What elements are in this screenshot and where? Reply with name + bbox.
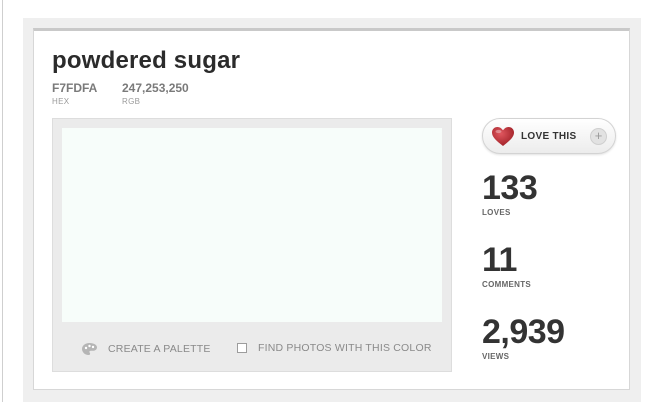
heart-icon (492, 127, 514, 146)
comments-label: COMMENTS (482, 280, 532, 289)
views-label: VIEWS (482, 352, 510, 361)
create-palette-link[interactable]: CREATE A PALETTE (81, 342, 211, 356)
rgb-value: 247,253,250 (122, 81, 189, 95)
love-this-label: LOVE THIS (521, 131, 577, 142)
color-name-title: powdered sugar (52, 47, 241, 74)
comments-count: 11 (482, 241, 517, 279)
palette-icon (82, 343, 97, 355)
loves-label: LOVES (482, 208, 511, 217)
create-palette-label: CREATE A PALETTE (108, 343, 211, 355)
rgb-label: RGB (122, 97, 141, 106)
hex-value: F7FDFA (52, 81, 98, 95)
loves-count: 133 (482, 169, 538, 207)
love-this-button[interactable]: LOVE THIS + (482, 118, 616, 154)
views-count: 2,939 (482, 313, 565, 351)
hex-label: HEX (52, 97, 70, 106)
checkbox-icon[interactable] (237, 343, 247, 353)
color-swatch (62, 128, 442, 322)
find-photos-label: FIND PHOTOS WITH THIS COLOR (258, 342, 432, 354)
left-border-line (2, 0, 3, 402)
find-photos-link[interactable]: FIND PHOTOS WITH THIS COLOR (237, 342, 432, 354)
plus-icon[interactable]: + (590, 128, 607, 145)
